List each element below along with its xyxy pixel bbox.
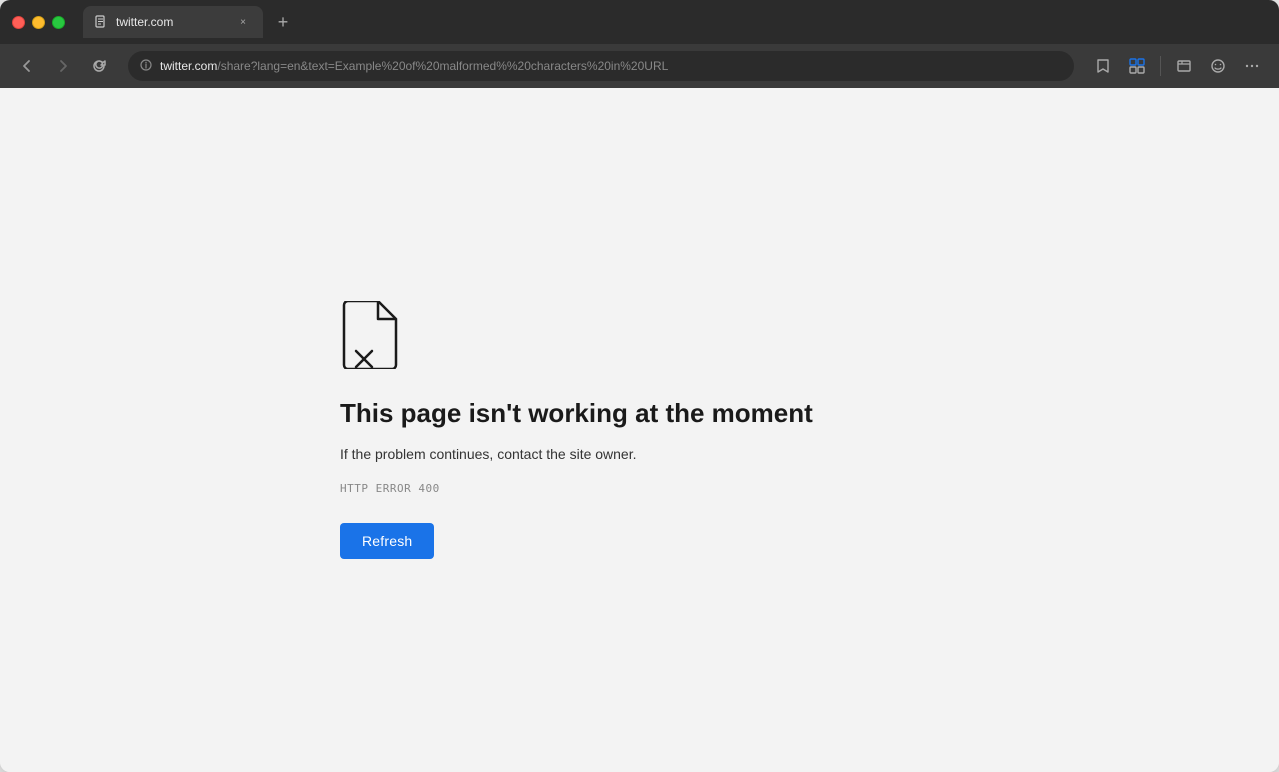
tab-close-button[interactable]: × [235, 14, 251, 30]
bookmark-button[interactable] [1088, 51, 1118, 81]
error-container: This page isn't working at the moment If… [340, 301, 813, 558]
error-subtext: If the problem continues, contact the si… [340, 446, 637, 462]
error-heading: This page isn't working at the moment [340, 398, 813, 429]
tab-title-label: twitter.com [116, 15, 228, 29]
fullscreen-window-button[interactable] [52, 16, 65, 29]
tab-bar: twitter.com × + [83, 6, 1267, 38]
url-info-icon [140, 59, 152, 74]
back-button[interactable] [12, 51, 42, 81]
traffic-lights [12, 16, 65, 29]
reload-button[interactable] [84, 51, 114, 81]
nav-actions [1088, 51, 1267, 81]
more-options-button[interactable] [1237, 51, 1267, 81]
close-window-button[interactable] [12, 16, 25, 29]
browser-tab[interactable]: twitter.com × [83, 6, 263, 38]
error-icon [340, 301, 400, 374]
minimize-window-button[interactable] [32, 16, 45, 29]
refresh-button[interactable]: Refresh [340, 523, 434, 559]
emoji-button[interactable] [1203, 51, 1233, 81]
browser-window: twitter.com × + [0, 0, 1279, 772]
url-bar[interactable]: twitter.com/share?lang=en&text=Example%2… [128, 51, 1074, 81]
extensions-button[interactable] [1122, 51, 1152, 81]
new-tab-button[interactable]: + [269, 8, 297, 36]
url-text: twitter.com/share?lang=en&text=Example%2… [160, 59, 1062, 73]
title-bar: twitter.com × + [0, 0, 1279, 44]
nav-bar: twitter.com/share?lang=en&text=Example%2… [0, 44, 1279, 88]
page-content: This page isn't working at the moment If… [0, 88, 1279, 772]
shield-icon-button[interactable] [1169, 51, 1199, 81]
error-code: HTTP ERROR 400 [340, 482, 440, 495]
url-domain: twitter.com [160, 59, 217, 73]
tab-favicon-icon [95, 15, 109, 29]
nav-divider [1160, 56, 1161, 76]
url-path: /share?lang=en&text=Example%20of%20malfo… [217, 59, 668, 73]
forward-button[interactable] [48, 51, 78, 81]
